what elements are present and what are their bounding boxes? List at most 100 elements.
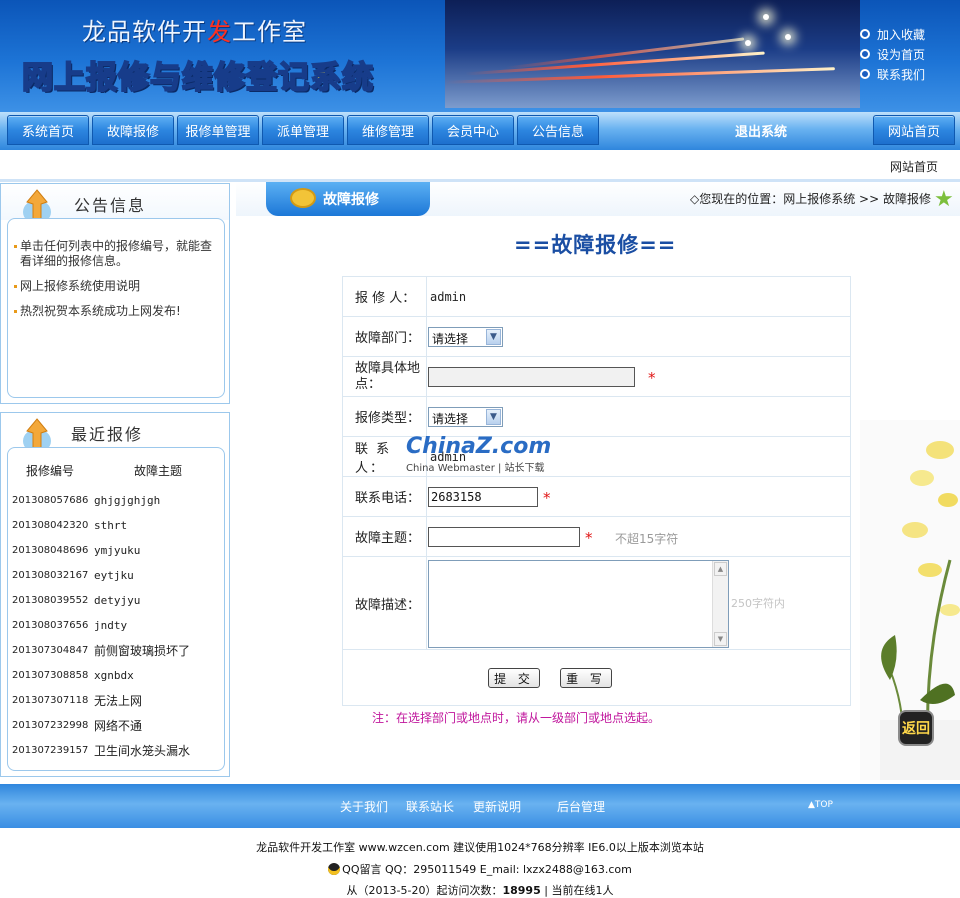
footer-line-2: QQ留言 QQ：295011549 E_mail: lxzx2488@163.c… [0, 861, 960, 877]
reset-button[interactable]: 重 写 [560, 668, 612, 688]
form-row-dept: 故障部门： 请选择 ▼ [343, 317, 850, 357]
dept-label: 故障部门： [343, 317, 427, 356]
qq-icon [328, 863, 341, 875]
nav-system-home[interactable]: 系统首页 [7, 115, 89, 145]
recent-list: 报修编号 故障主题 201308057686 ghjgjghjgh 2013080… [7, 447, 225, 771]
phone-input[interactable]: 2683158 [428, 487, 538, 507]
recent-row[interactable]: 201307239157 卫生间水笼头漏水 [12, 738, 224, 763]
reporter-label: 报 修 人： [343, 277, 427, 316]
footer-changelog-link[interactable]: 更新说明 [473, 798, 521, 815]
notice-item[interactable]: 热烈祝贺本系统成功上网发布! [14, 304, 218, 319]
nav-site-home[interactable]: 网站首页 [873, 115, 955, 145]
recent-row[interactable]: 201307308858 xgnbdx [12, 663, 224, 688]
footer-about-link[interactable]: 关于我们 [340, 798, 388, 815]
page-tab-label: 故障报修 [323, 192, 379, 208]
location-input[interactable] [428, 367, 635, 387]
type-select[interactable]: 请选择 ▼ [428, 407, 503, 427]
nav-report-management[interactable]: 报修单管理 [177, 115, 259, 145]
bullet-icon [860, 69, 870, 79]
nav-repair-management[interactable]: 维修管理 [347, 115, 429, 145]
phone-label: 联系电话： [343, 477, 427, 516]
scroll-up-icon[interactable]: ▲ [714, 562, 727, 576]
studio-name: 龙品软件开发工作室 [82, 18, 307, 46]
location-label: 故障具体地 点： [343, 357, 433, 396]
recent-row[interactable]: 201308037656 jndty [12, 613, 224, 638]
top-links: 加入收藏 设为首页 联系我们 [860, 24, 960, 84]
main-nav: 系统首页 故障报修 报修单管理 派单管理 维修管理 会员中心 公告信息 退出系统… [0, 112, 960, 150]
required-mark: * [543, 489, 551, 507]
footer-admin-link[interactable]: 后台管理 [557, 798, 605, 815]
form-row-description: 故障描述： ▲ ▼ 250字符内 [343, 557, 850, 650]
recent-title: 最近报修 [71, 425, 144, 444]
bullet-icon [860, 29, 870, 39]
recent-row[interactable]: 201307307118 无法上网 [12, 688, 224, 713]
scroll-down-icon[interactable]: ▼ [714, 632, 727, 646]
star-icon: ★ [934, 187, 954, 212]
col-header-subject: 故障主题 [134, 464, 183, 478]
dept-select[interactable]: 请选择 ▼ [428, 327, 503, 347]
notices-list: 单击任何列表中的报修编号，就能查看详细的报修信息。 网上报修系统使用说明 热烈祝… [7, 218, 225, 398]
scrollbar[interactable]: ▲ ▼ [712, 561, 728, 647]
chevron-down-icon: ▼ [486, 329, 501, 345]
set-homepage-link[interactable]: 设为首页 [860, 44, 960, 64]
chevron-down-icon: ▼ [486, 409, 501, 425]
site-header: 龙品软件开发工作室 网上报修与维修登记系统 加入收藏 设为首页 联系我们 [0, 0, 960, 112]
submit-button[interactable]: 提 交 [488, 668, 540, 688]
add-favorite-link[interactable]: 加入收藏 [860, 24, 960, 44]
recent-row[interactable]: 201307232998 网络不通 [12, 713, 224, 738]
subject-input[interactable] [428, 527, 580, 547]
notice-item[interactable]: 网上报修系统使用说明 [14, 279, 218, 294]
bullet-icon [860, 49, 870, 59]
subject-hint: 不超15字符 [615, 532, 679, 546]
form-row-type: 报修类型： 请选择 ▼ [343, 397, 850, 437]
chat-bubble-icon [290, 188, 316, 208]
recent-row[interactable]: 201308048696 ymjyuku [12, 538, 224, 563]
footer-line-3: 从（2013-5-20）起访问次数：18995 | 当前在线1人 [346, 884, 614, 897]
recent-reports-panel: 最近报修 报修编号 故障主题 201308057686 ghjgjghjgh 20… [0, 412, 230, 777]
form-row-reporter: 报 修 人： admin [343, 277, 850, 317]
footer-line-1: 龙品软件开发工作室 www.wzcen.com 建议使用1024*768分辨率 … [256, 841, 704, 854]
reporter-value: admin [430, 290, 467, 304]
recent-row[interactable]: 201307304847 前侧窗玻璃损坏了 [12, 638, 224, 663]
form-title: ==故障报修== [514, 233, 677, 257]
description-hint: 250字符内 [731, 597, 785, 610]
type-label: 报修类型： [343, 397, 427, 436]
breadcrumb: ◇您现在的位置：网上报修系统 >> 故障报修 [690, 192, 931, 206]
back-to-top-link[interactable]: ▲TOP [808, 800, 833, 810]
recent-row[interactable]: 201308032167 eytjku [12, 563, 224, 588]
system-name: 网上报修与维修登记系统 [21, 59, 374, 97]
site-home-link[interactable]: 网站首页 [890, 158, 938, 175]
watermark-sub: China Webmaster | 站长下载 [406, 463, 545, 474]
nav-dispatch-management[interactable]: 派单管理 [262, 115, 344, 145]
required-mark: * [648, 369, 656, 387]
notices-panel: 公告信息 单击任何列表中的报修编号，就能查看详细的报修信息。 网上报修系统使用说… [0, 183, 230, 404]
form-note: 注：在选择部门或地点时，请从一级部门或地点选起。 [372, 711, 661, 725]
form-row-phone: 联系电话： 2683158 * [343, 477, 850, 517]
contact-us-link[interactable]: 联系我们 [860, 64, 960, 84]
sub-bar: 网站首页 [0, 150, 960, 182]
watermark-brand: ChinaZ.com [406, 434, 552, 459]
logout-link[interactable]: 退出系统 [735, 121, 787, 140]
recent-row[interactable]: 201308039552 detyjyu [12, 588, 224, 613]
description-label: 故障描述： [343, 557, 427, 649]
col-header-id: 报修编号 [26, 464, 75, 478]
footer-contact-link[interactable]: 联系站长 [406, 798, 454, 815]
notice-item[interactable]: 单击任何列表中的报修编号，就能查看详细的报修信息。 [14, 239, 218, 269]
nav-fault-report[interactable]: 故障报修 [92, 115, 174, 145]
description-textarea[interactable]: ▲ ▼ [428, 560, 729, 648]
nav-announcements[interactable]: 公告信息 [517, 115, 599, 145]
fault-report-form: 报 修 人： admin 故障部门： 请选择 ▼ 故障具体地 点： * 报修类型：… [342, 276, 851, 706]
form-row-location: 故障具体地 点： * [343, 357, 850, 397]
recent-row[interactable]: 201308057686 ghjgjghjgh [12, 488, 224, 513]
watermark: ChinaZ.com China Webmaster | 站长下载 [406, 434, 551, 474]
back-button[interactable]: 返回 [898, 710, 934, 746]
nav-member-center[interactable]: 会员中心 [432, 115, 514, 145]
visit-count: 18995 [502, 884, 541, 897]
header-banner-photo [445, 0, 860, 108]
form-row-subject: 故障主题： * 不超15字符 [343, 517, 850, 557]
subject-label: 故障主题： [343, 517, 427, 556]
required-mark: * [585, 529, 593, 547]
footer-bar: 关于我们 联系站长 更新说明 后台管理 ▲TOP [0, 784, 960, 828]
notices-title: 公告信息 [74, 196, 147, 215]
recent-row[interactable]: 201308042320 sthrt [12, 513, 224, 538]
